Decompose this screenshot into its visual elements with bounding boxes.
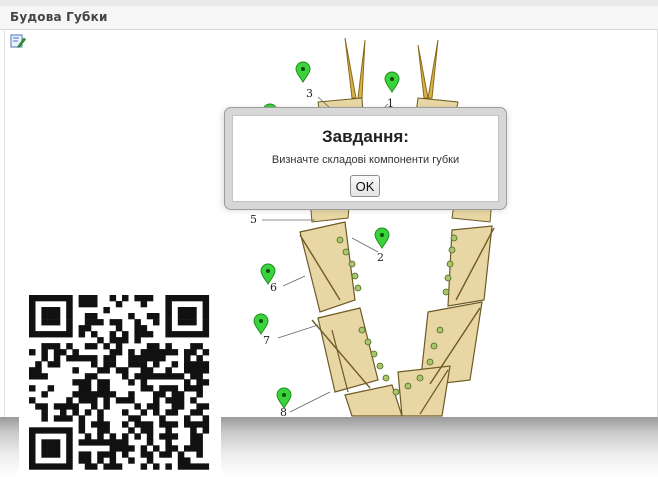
- map-pin-icon[interactable]: [253, 313, 269, 335]
- diagram-label-6: 6: [270, 281, 277, 294]
- body-wall-right: [397, 225, 495, 417]
- dialog-title: Завдання:: [322, 127, 409, 146]
- map-pin-icon[interactable]: [276, 387, 292, 409]
- dialog-body: Завдання: Визначте складові компоненти г…: [232, 115, 499, 202]
- body-wall-left: [299, 221, 403, 417]
- diagram-label-3: 3: [306, 87, 313, 100]
- diagram-label-5: 5: [250, 213, 257, 226]
- map-pin-icon[interactable]: [384, 71, 400, 93]
- ok-button[interactable]: OK: [350, 175, 380, 197]
- map-pin-icon[interactable]: [374, 227, 390, 249]
- task-dialog: Завдання: Визначте складові компоненти г…: [224, 107, 507, 210]
- diagram-label-7: 7: [263, 334, 270, 347]
- dialog-message: Визначте складові компоненти губки: [271, 154, 460, 166]
- qr-code-icon: [19, 287, 221, 477]
- diagram-label-2: 2: [377, 251, 384, 264]
- map-pin-icon[interactable]: [295, 61, 311, 83]
